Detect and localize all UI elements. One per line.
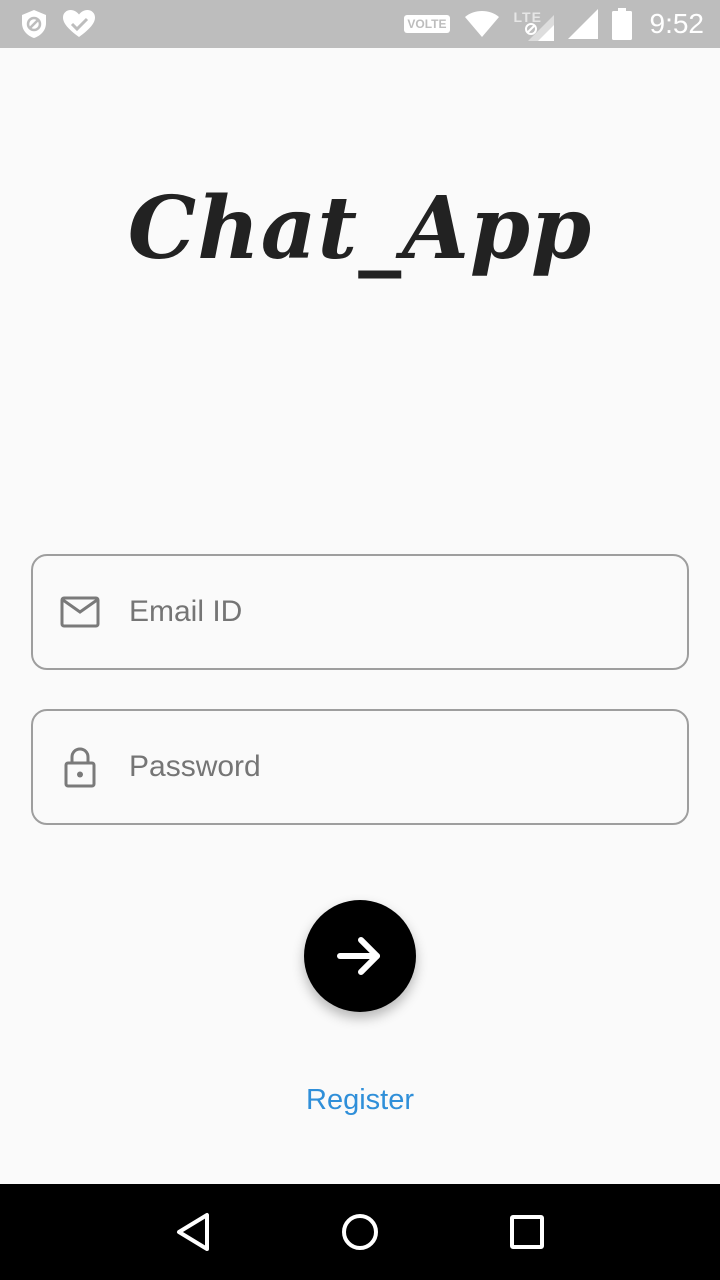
back-triangle-icon[interactable] xyxy=(163,1202,223,1262)
password-input[interactable] xyxy=(129,711,687,823)
arrow-right-icon xyxy=(337,936,383,976)
heart-check-icon xyxy=(62,9,96,39)
system-nav-bar xyxy=(0,1184,720,1280)
home-circle-icon[interactable] xyxy=(330,1202,390,1262)
lock-icon xyxy=(57,744,103,790)
lte-icon: LTE xyxy=(514,7,554,41)
app-logo-title: Chat_App xyxy=(127,178,593,279)
status-right: VOLTE LTE 9:52 xyxy=(390,7,704,41)
recents-square-icon[interactable] xyxy=(497,1202,557,1262)
battery-icon xyxy=(611,8,632,40)
email-input[interactable] xyxy=(129,556,687,668)
email-field[interactable] xyxy=(31,554,689,670)
shield-blocked-icon xyxy=(20,8,48,40)
password-field[interactable] xyxy=(31,709,689,825)
status-bar: VOLTE LTE 9:52 xyxy=(0,0,720,48)
mail-icon xyxy=(57,589,103,635)
register-link[interactable]: Register xyxy=(0,1084,720,1117)
status-left xyxy=(20,8,110,40)
login-submit-button[interactable] xyxy=(304,900,416,1012)
signal-icon xyxy=(567,9,598,39)
status-time: 9:52 xyxy=(649,8,705,39)
volte-badge: VOLTE xyxy=(404,15,450,33)
wifi-icon xyxy=(464,10,500,38)
